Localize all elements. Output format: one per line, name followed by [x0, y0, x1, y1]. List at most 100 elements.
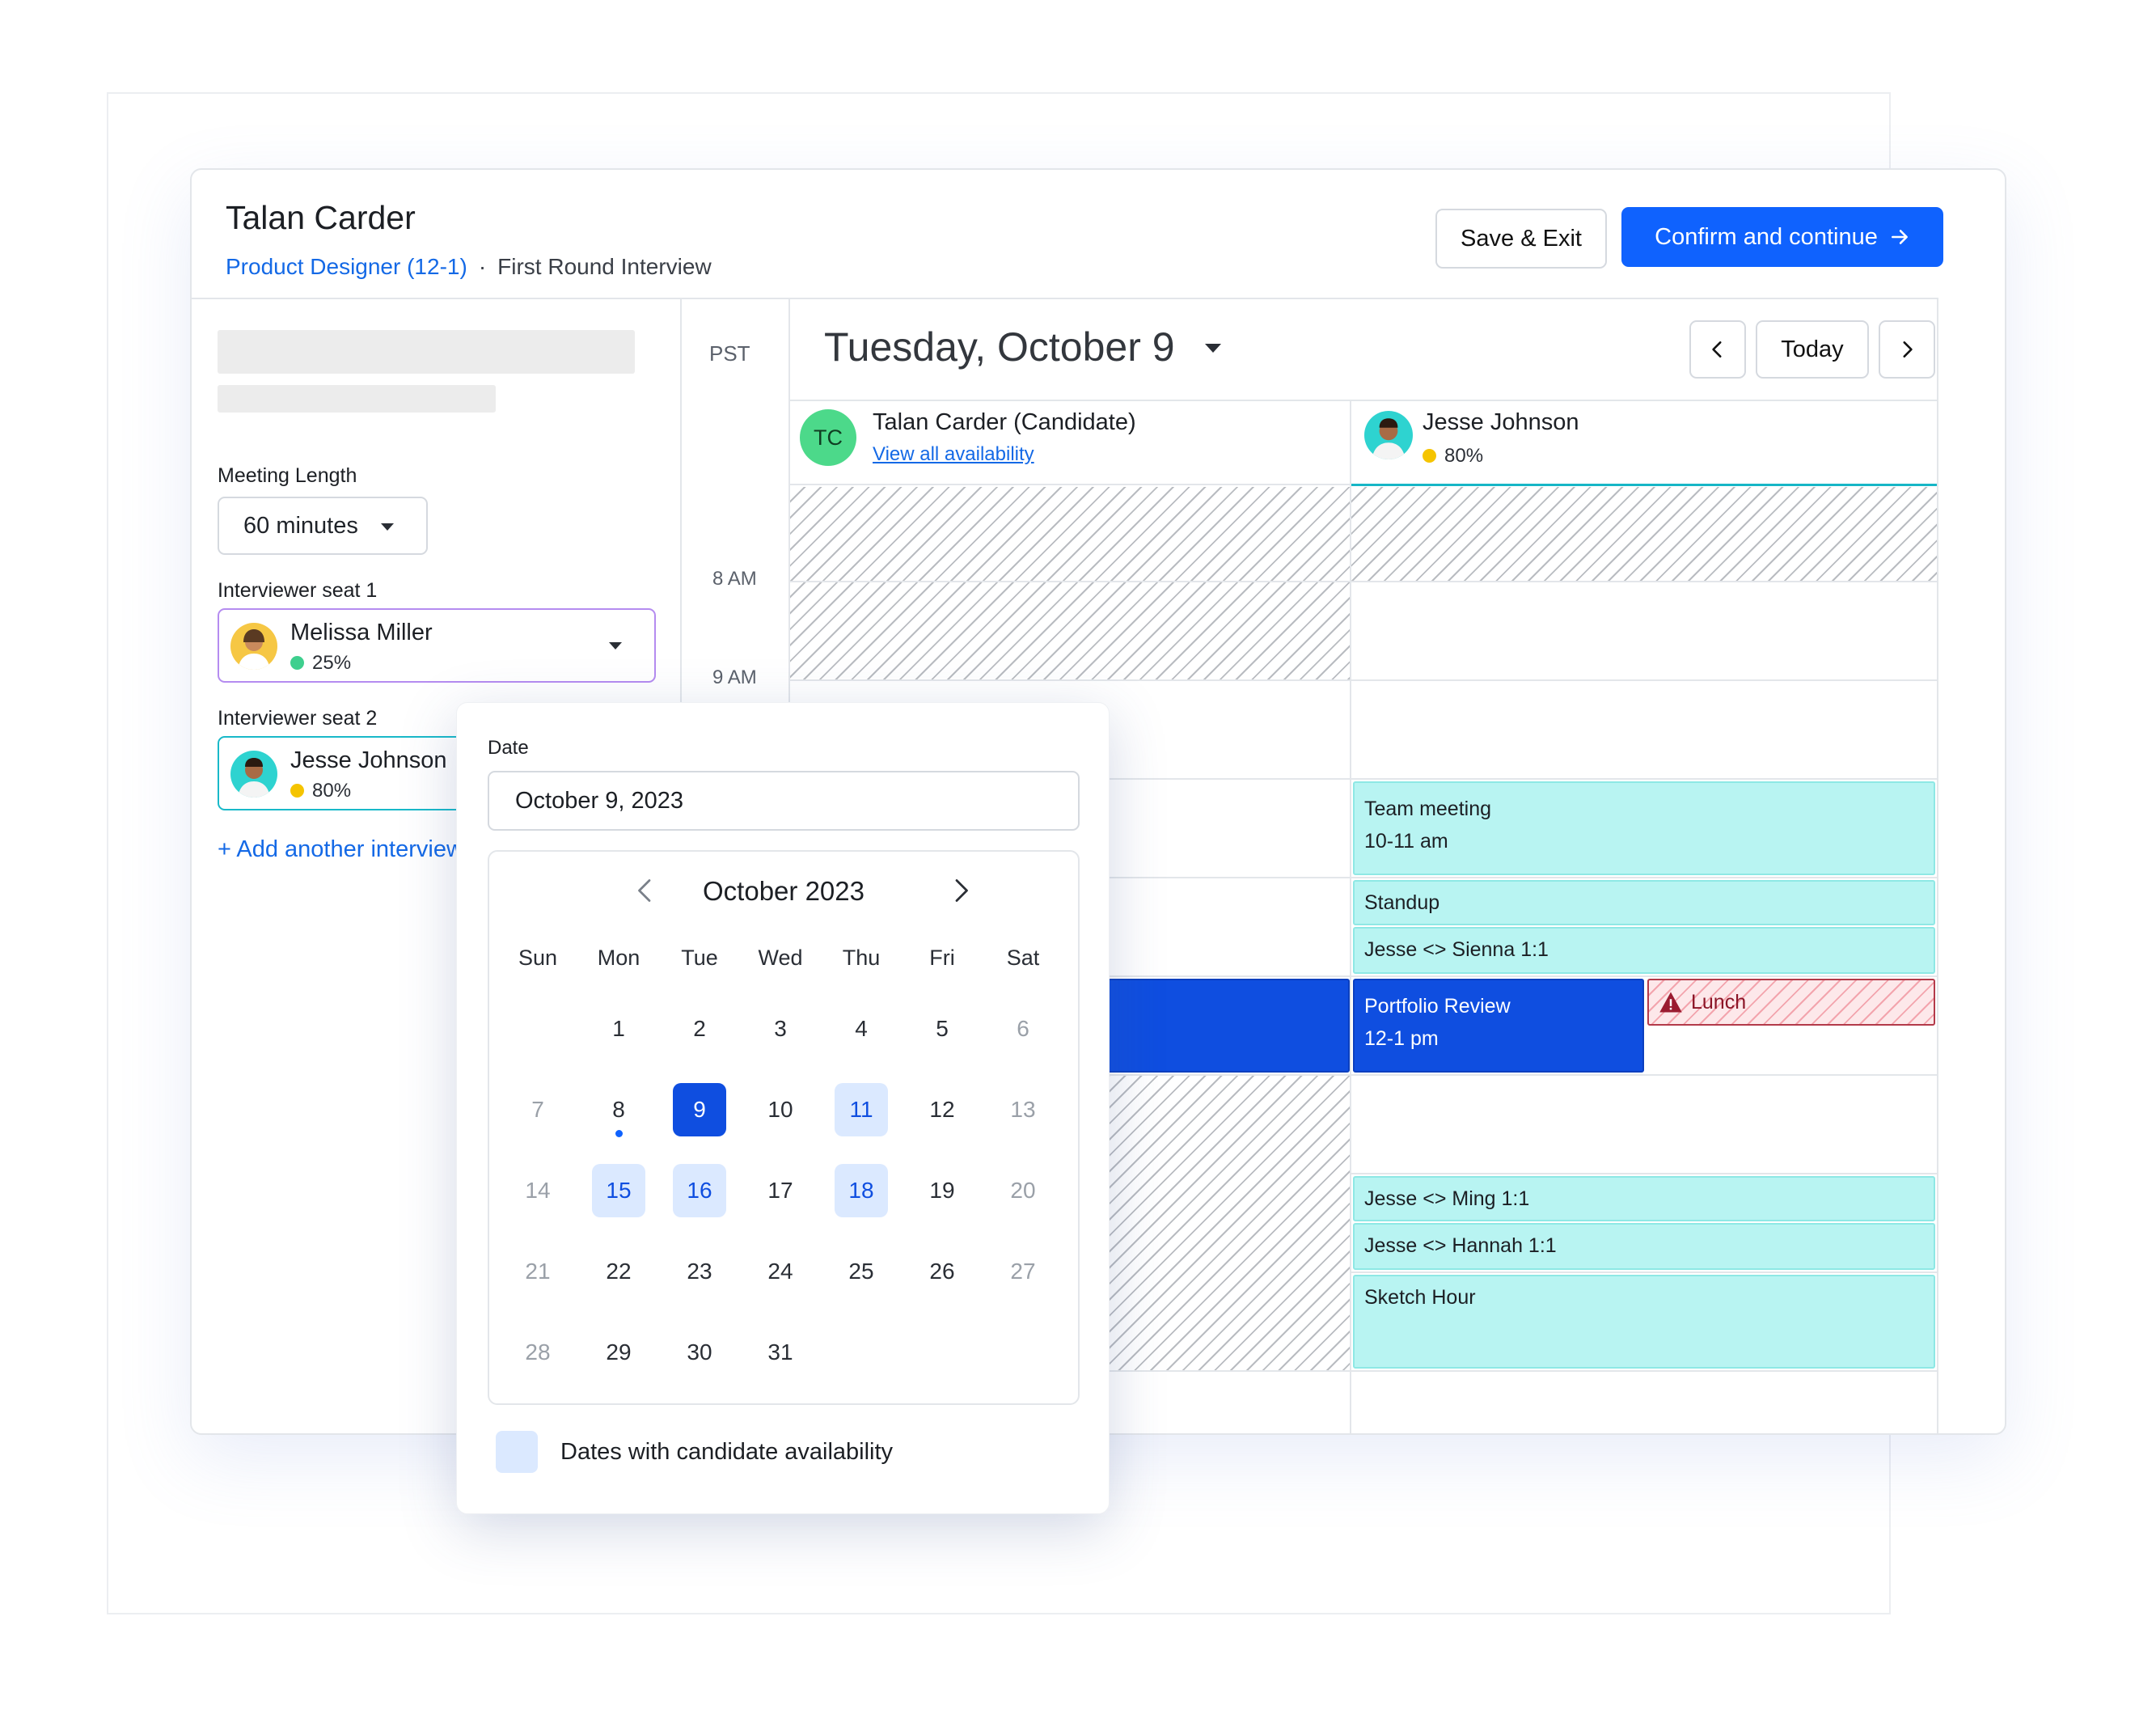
chevron-right-icon — [1903, 341, 1913, 358]
calendar-day[interactable]: 12 — [915, 1083, 969, 1136]
event-lunch[interactable]: Lunch — [1647, 979, 1935, 1026]
calendar-day[interactable]: 2 — [673, 1002, 726, 1056]
calendar-day[interactable]: 30 — [673, 1326, 726, 1379]
meeting-length-value: 60 minutes — [243, 513, 358, 539]
meeting-length-select[interactable]: 60 minutes — [218, 497, 428, 555]
jesse-column-name: Jesse Johnson — [1423, 409, 1579, 435]
calendar-day[interactable]: 7 — [511, 1083, 564, 1136]
month-title: October 2023 — [703, 876, 865, 906]
date-heading[interactable]: Tuesday, October 9 — [824, 324, 1222, 370]
chevron-left-icon — [638, 879, 651, 902]
candidate-avatar: TC — [800, 409, 856, 466]
event-title: Portfolio Review — [1364, 995, 1511, 1018]
weekday-sat: Sat — [1006, 946, 1040, 970]
calendar-day[interactable]: 1 — [592, 1002, 645, 1056]
prev-month-button[interactable] — [633, 874, 657, 914]
today-button[interactable]: Today — [1756, 320, 1869, 379]
next-month-button[interactable] — [949, 874, 973, 914]
job-link[interactable]: Product Designer (12-1) — [226, 254, 467, 279]
event-title: Team meeting — [1364, 798, 1492, 820]
event-title: Lunch — [1691, 990, 1747, 1013]
date-picker-popover: Date October 9, 2023 October 2023 Sun Mon… — [456, 702, 1110, 1514]
event-candidate-block[interactable] — [1102, 979, 1350, 1073]
confirm-continue-button[interactable]: Confirm and continue — [1621, 207, 1943, 267]
page-title: Talan Carder — [226, 199, 416, 236]
calendar-day[interactable]: 25 — [835, 1245, 888, 1298]
status-dot — [290, 784, 304, 798]
unavailable-block — [790, 582, 1350, 679]
event-jesse-sienna[interactable]: Jesse <> Sienna 1:1 — [1353, 927, 1935, 974]
status-dot — [1423, 449, 1436, 463]
month-calendar: October 2023 Sun Mon Tue Wed Thu Fri Sat 12345… — [488, 850, 1080, 1405]
save-exit-button[interactable]: Save & Exit — [1435, 209, 1607, 269]
event-standup[interactable]: Standup — [1353, 880, 1935, 925]
candidate-name: Talan Carder (Candidate) — [873, 409, 1136, 435]
calendar-day[interactable]: 10 — [754, 1083, 807, 1136]
calendar-day[interactable]: 6 — [996, 1002, 1050, 1056]
date-input[interactable]: October 9, 2023 — [488, 771, 1080, 831]
calendar-day[interactable]: 20 — [996, 1164, 1050, 1217]
seat1-availability-value: 25% — [312, 652, 352, 674]
avatar-melissa — [230, 623, 277, 670]
caret-down-icon — [381, 523, 394, 531]
seat1-availability: 25% — [290, 652, 351, 675]
seat2-name: Jesse Johnson — [290, 747, 447, 773]
breadcrumb: Product Designer (12-1) · First Round Inte… — [226, 254, 712, 280]
calendar-day[interactable]: 4 — [835, 1002, 888, 1056]
weekday-mon: Mon — [597, 946, 640, 970]
caret-down-icon — [1205, 344, 1222, 353]
chevron-right-icon — [955, 879, 968, 902]
calendar-day[interactable]: 11 — [835, 1083, 888, 1136]
calendar-day[interactable]: 13 — [996, 1083, 1050, 1136]
header-divider — [790, 400, 1938, 401]
calendar-day[interactable]: 9 — [673, 1083, 726, 1136]
event-portfolio-review[interactable]: Portfolio Review 12-1 pm — [1353, 979, 1644, 1073]
prev-day-button[interactable] — [1689, 320, 1746, 379]
event-sketch-hour[interactable]: Sketch Hour — [1353, 1275, 1935, 1369]
calendar-day[interactable]: 17 — [754, 1164, 807, 1217]
calendar-day[interactable]: 27 — [996, 1245, 1050, 1298]
calendar-day[interactable]: 24 — [754, 1245, 807, 1298]
arrow-right-icon — [1891, 230, 1908, 244]
calendar-day[interactable]: 14 — [511, 1164, 564, 1217]
unavailable-block — [1351, 487, 1937, 581]
interviewer-seat1-select[interactable]: Melissa Miller 25% — [218, 608, 656, 683]
seat2-availability-value: 80% — [312, 780, 352, 802]
meeting-length-label: Meeting Length — [218, 464, 357, 487]
chevron-left-icon — [1712, 341, 1722, 358]
calendar-day[interactable]: 3 — [754, 1002, 807, 1056]
person-icon — [1372, 418, 1406, 459]
event-time: 12-1 pm — [1364, 1027, 1439, 1050]
calendar-day[interactable]: 23 — [673, 1245, 726, 1298]
weekday-fri: Fri — [929, 946, 955, 970]
weekday-wed: Wed — [758, 946, 803, 970]
view-availability-link[interactable]: View all availability — [873, 443, 1034, 466]
calendar-day[interactable]: 15 — [592, 1164, 645, 1217]
calendar-day[interactable]: 8 — [592, 1083, 645, 1136]
calendar-day[interactable]: 29 — [592, 1326, 645, 1379]
calendar-day[interactable]: 19 — [915, 1164, 969, 1217]
seat1-name: Melissa Miller — [290, 620, 433, 645]
calendar-day[interactable]: 5 — [915, 1002, 969, 1056]
calendar-day[interactable]: 16 — [673, 1164, 726, 1217]
jesse-header-accent — [1351, 484, 1937, 486]
calendar-day[interactable]: 28 — [511, 1326, 564, 1379]
event-team-meeting[interactable]: Team meeting 10-11 am — [1353, 781, 1935, 875]
unavailable-block — [790, 487, 1350, 581]
event-jesse-ming[interactable]: Jesse <> Ming 1:1 — [1353, 1176, 1935, 1221]
calendar-day[interactable]: 26 — [915, 1245, 969, 1298]
next-day-button[interactable] — [1879, 320, 1935, 379]
today-indicator — [615, 1130, 623, 1137]
seat1-label: Interviewer seat 1 — [218, 579, 378, 602]
availability-legend-swatch — [496, 1431, 538, 1473]
calendar-day[interactable]: 21 — [511, 1245, 564, 1298]
calendar-day[interactable]: 18 — [835, 1164, 888, 1217]
calendar-day[interactable]: 31 — [754, 1326, 807, 1379]
warning-icon — [1659, 992, 1682, 1013]
seat2-label: Interviewer seat 2 — [218, 707, 378, 730]
event-jesse-hannah[interactable]: Jesse <> Hannah 1:1 — [1353, 1223, 1935, 1270]
seat2-availability: 80% — [290, 780, 351, 802]
calendar-day[interactable]: 22 — [592, 1245, 645, 1298]
skeleton-line — [218, 330, 635, 374]
time-label-9am: 9 AM — [712, 666, 757, 688]
